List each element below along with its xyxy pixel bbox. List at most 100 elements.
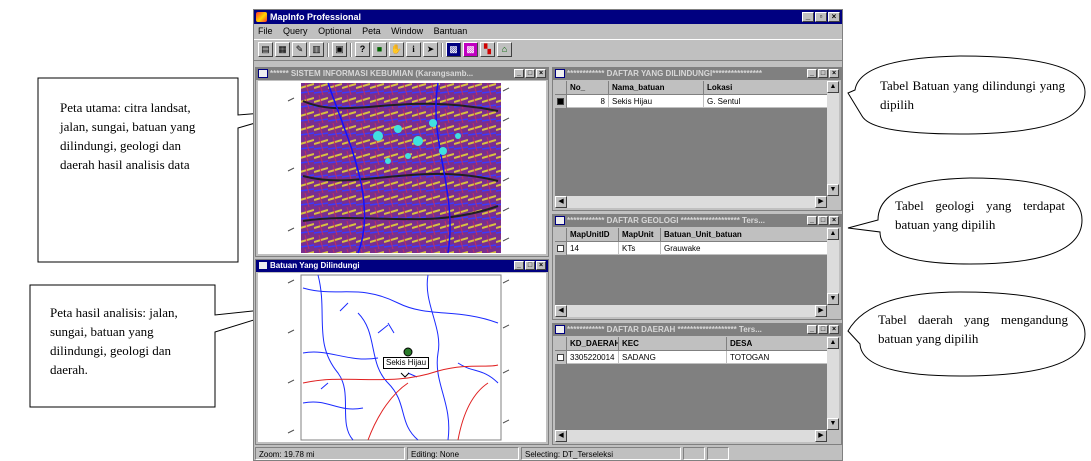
area-table-window[interactable]: ************ DAFTAR DAERAH *************…	[552, 323, 842, 445]
main-map-window[interactable]: ****** SISTEM INFORMASI KEBUMIAN (Karang…	[255, 67, 549, 257]
print-icon[interactable]: ▤	[258, 42, 273, 57]
scroll-down-icon[interactable]: ▼	[827, 418, 839, 430]
column-header[interactable]: No_	[567, 81, 609, 95]
column-header[interactable]: DESA	[727, 337, 827, 351]
row-selector-checkbox[interactable]	[555, 95, 567, 108]
zoom-out-icon[interactable]: ▩	[463, 42, 478, 57]
horizontal-scrollbar[interactable]: ◀ ▶	[555, 196, 827, 208]
result-map-title-bar[interactable]: Batuan Yang Dilindungi	[256, 260, 548, 272]
close-icon[interactable]: ×	[536, 69, 546, 78]
map-icon[interactable]: ▣	[332, 42, 347, 57]
menu-window[interactable]: Window	[391, 26, 423, 36]
table-cell[interactable]: TOTOGAN	[727, 351, 827, 364]
scroll-right-icon[interactable]: ▶	[815, 430, 827, 442]
minimize-icon[interactable]: _	[802, 12, 814, 22]
result-map-canvas[interactable]: Sekis Hijau	[258, 273, 546, 442]
minimize-icon[interactable]: _	[807, 69, 817, 78]
toolbar-separator	[327, 43, 329, 57]
table-header: MapUnitID MapUnit Batuan_Unit_batuan	[555, 228, 827, 242]
column-header[interactable]: KEC	[619, 337, 727, 351]
callout-geology: Tabel geologi yang terdapat batuan yang …	[895, 198, 1065, 232]
column-header[interactable]: Lokasi	[704, 81, 827, 95]
info-icon[interactable]: i	[406, 42, 421, 57]
minimize-icon[interactable]: _	[514, 261, 524, 270]
menu-bar: File Query Optional Peta Window Bantuan	[254, 25, 842, 38]
vertical-scrollbar[interactable]: ▲ ▼	[827, 228, 839, 305]
vertical-scrollbar[interactable]: ▲ ▼	[827, 81, 839, 196]
mapinfo-window: MapInfo Professional _ ▫ × File Query Op…	[253, 9, 843, 461]
column-header[interactable]: Nama_batuan	[609, 81, 704, 95]
scroll-up-icon[interactable]: ▲	[827, 228, 839, 240]
close-icon[interactable]: ×	[828, 12, 840, 22]
maximize-icon[interactable]: □	[818, 69, 828, 78]
scroll-right-icon[interactable]: ▶	[815, 305, 827, 317]
scroll-down-icon[interactable]: ▼	[827, 184, 839, 196]
scroll-left-icon[interactable]: ◀	[555, 196, 567, 208]
table-cell[interactable]: Sekis Hijau	[609, 95, 704, 108]
column-header[interactable]: MapUnit	[619, 228, 661, 242]
area-table-title-bar[interactable]: ************ DAFTAR DAERAH *************…	[553, 324, 841, 336]
column-header[interactable]: MapUnitID	[567, 228, 619, 242]
select-arrow-icon[interactable]: ➤	[423, 42, 438, 57]
geology-table-title-bar[interactable]: ************ DAFTAR GEOLOGI ************…	[553, 215, 841, 227]
close-icon[interactable]: ×	[829, 69, 839, 78]
thematic-icon[interactable]: ▚	[480, 42, 495, 57]
horizontal-scrollbar[interactable]: ◀ ▶	[555, 305, 827, 317]
protected-table-window[interactable]: ************ DAFTAR YANG DILINDUNGI*****…	[552, 67, 842, 211]
browser-icon[interactable]: ▥	[309, 42, 324, 57]
maximize-icon[interactable]: □	[525, 261, 535, 270]
table-row[interactable]: 8 Sekis Hijau G. Sentul	[555, 95, 827, 108]
column-header[interactable]: KD_DAERAH	[567, 337, 619, 351]
table-row[interactable]: 14 KTs Grauwake	[555, 242, 827, 255]
maximize-icon[interactable]: □	[818, 216, 828, 225]
status-bar: Zoom: 19.78 mi Editing: None Selecting: …	[254, 447, 842, 460]
vertical-scrollbar[interactable]: ▲ ▼	[827, 337, 839, 430]
grabber-icon[interactable]: ■	[372, 42, 387, 57]
close-icon[interactable]: ×	[829, 216, 839, 225]
row-selector-checkbox[interactable]	[555, 351, 567, 364]
table-cell[interactable]: SADANG	[619, 351, 727, 364]
open-table-icon[interactable]: ▦	[275, 42, 290, 57]
help-icon[interactable]: ?	[355, 42, 370, 57]
column-header[interactable]: Batuan_Unit_batuan	[661, 228, 827, 242]
table-cell[interactable]: KTs	[619, 242, 661, 255]
close-icon[interactable]: ×	[829, 325, 839, 334]
minimize-icon[interactable]: _	[514, 69, 524, 78]
zoom-in-icon[interactable]: ▩	[446, 42, 461, 57]
main-map-canvas[interactable]	[258, 81, 546, 254]
menu-optional[interactable]: Optional	[318, 26, 352, 36]
scroll-up-icon[interactable]: ▲	[827, 81, 839, 93]
menu-bantuan[interactable]: Bantuan	[434, 26, 468, 36]
scroll-down-icon[interactable]: ▼	[827, 293, 839, 305]
maximize-icon[interactable]: □	[818, 325, 828, 334]
row-selector-checkbox[interactable]	[555, 242, 567, 255]
region-icon[interactable]: ⌂	[497, 42, 512, 57]
table-cell[interactable]: Grauwake	[661, 242, 827, 255]
scroll-left-icon[interactable]: ◀	[555, 305, 567, 317]
scroll-left-icon[interactable]: ◀	[555, 430, 567, 442]
maximize-icon[interactable]: □	[525, 69, 535, 78]
menu-file[interactable]: File	[258, 26, 273, 36]
menu-query[interactable]: Query	[283, 26, 308, 36]
result-map-window[interactable]: Batuan Yang Dilindungi _ □ × Sekis Hijau	[255, 259, 549, 445]
geology-table-window[interactable]: ************ DAFTAR GEOLOGI ************…	[552, 214, 842, 320]
menu-peta[interactable]: Peta	[362, 26, 381, 36]
table-row[interactable]: 3305220014 SADANG TOTOGAN	[555, 351, 827, 364]
table-cell[interactable]: 3305220014	[567, 351, 619, 364]
minimize-icon[interactable]: _	[807, 325, 817, 334]
scroll-right-icon[interactable]: ▶	[815, 196, 827, 208]
table-cell[interactable]: 8	[567, 95, 609, 108]
table-cell[interactable]: 14	[567, 242, 619, 255]
hand-icon[interactable]: ✋	[389, 42, 404, 57]
protected-table-title-bar[interactable]: ************ DAFTAR YANG DILINDUNGI*****…	[553, 68, 841, 80]
area-table-controls: _ □ ×	[806, 325, 839, 334]
layer-control-icon[interactable]: ✎	[292, 42, 307, 57]
table-cell[interactable]: G. Sentul	[704, 95, 827, 108]
horizontal-scrollbar[interactable]: ◀ ▶	[555, 430, 827, 442]
main-map-title-bar[interactable]: ****** SISTEM INFORMASI KEBUMIAN (Karang…	[256, 68, 548, 80]
row-selector-header	[555, 337, 567, 351]
restore-icon[interactable]: ▫	[815, 12, 827, 22]
scroll-up-icon[interactable]: ▲	[827, 337, 839, 349]
close-icon[interactable]: ×	[536, 261, 546, 270]
minimize-icon[interactable]: _	[807, 216, 817, 225]
